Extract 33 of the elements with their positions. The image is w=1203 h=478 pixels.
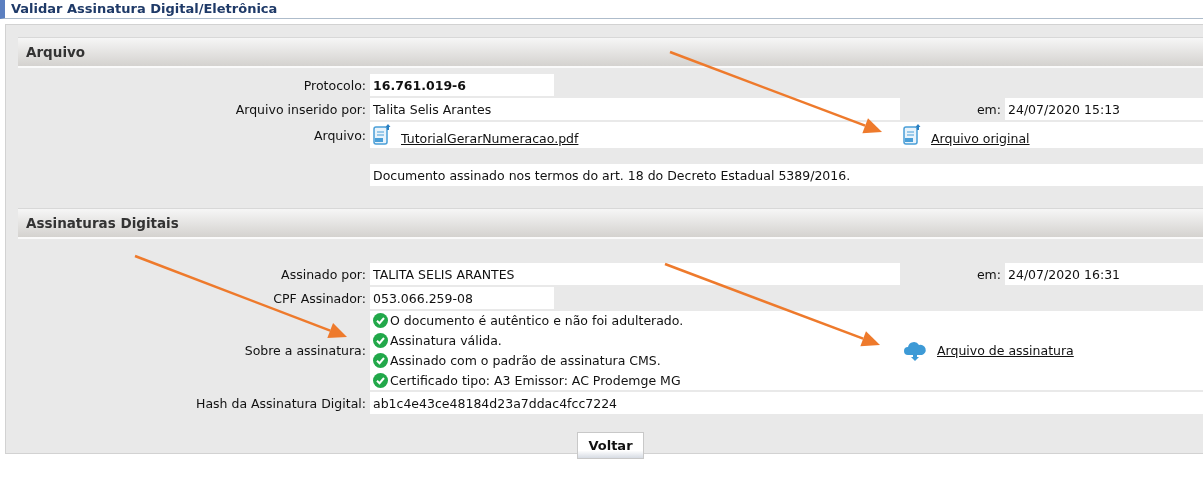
field-value: 16.761.019-6 xyxy=(370,74,554,96)
field-value: TALITA SELIS ARANTES xyxy=(370,263,900,285)
field-value: ab1c4e43ce48184d23a7ddac4fcc7224 xyxy=(370,392,1203,414)
cloud-download-icon xyxy=(903,339,927,362)
check-message: Certificado tipo: A3 Emissor: AC Prodemge MG xyxy=(390,373,681,388)
check-icon xyxy=(373,353,388,368)
field-label: Arquivo: xyxy=(312,127,367,143)
back-button[interactable]: Voltar xyxy=(577,432,644,459)
field-label: Protocolo: xyxy=(302,77,367,93)
field-label: em: xyxy=(975,266,1002,282)
check-icon xyxy=(373,333,388,348)
pdf-file-icon xyxy=(903,124,921,146)
pdf-file-icon xyxy=(373,124,391,146)
check-message: Assinatura válida. xyxy=(390,333,502,348)
field-label: CPF Assinador: xyxy=(272,290,367,306)
page-title: Validar Assinatura Digital/Eletrônica xyxy=(0,0,1203,19)
check-message: O documento é autêntico e não foi adulterado. xyxy=(390,313,684,328)
field-value: 053.066.259-08 xyxy=(370,287,554,309)
field-label: Arquivo inserido por: xyxy=(234,101,367,117)
note-text: Documento assinado nos termos do art. 18 do Decreto Estadual 5389/2016. xyxy=(370,164,1203,186)
field-label: Sobre a assinatura: xyxy=(243,343,367,358)
field-value: 24/07/2020 16:31 xyxy=(1005,263,1203,285)
field-value: Talita Selis Arantes xyxy=(370,98,900,120)
file-link[interactable]: TutorialGerarNumeracao.pdf xyxy=(401,131,579,146)
file-link[interactable]: Arquivo original xyxy=(931,131,1030,146)
field-label: Assinado por: xyxy=(280,266,367,282)
section-header: Assinaturas Digitais xyxy=(18,208,1203,239)
field-label: em: xyxy=(975,101,1002,117)
field-value: 24/07/2020 15:13 xyxy=(1005,98,1203,120)
section-header: Arquivo xyxy=(18,37,1203,68)
check-message: Assinado com o padrão de assinatura CMS. xyxy=(390,353,661,368)
field-label: Hash da Assinatura Digital: xyxy=(195,395,367,411)
signature-file-link[interactable]: Arquivo de assinatura xyxy=(937,343,1074,358)
